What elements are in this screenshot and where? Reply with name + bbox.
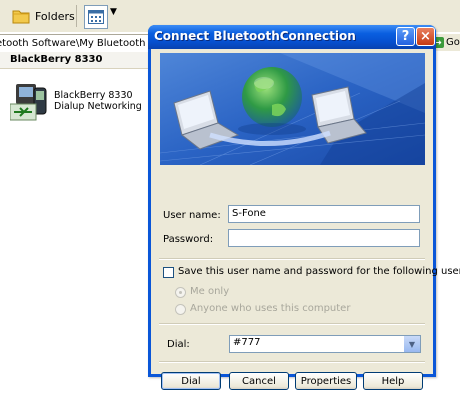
anyone-label: Anyone who uses this computer <box>190 303 351 314</box>
folders-button[interactable]: Folders <box>12 6 75 26</box>
connect-dialog: Connect BluetoothConnection ? × User nam… <box>148 25 460 390</box>
dial-combobox[interactable]: #777 ▼ <box>229 335 421 353</box>
dialog-client: User name: S-Fone Password: Save this us… <box>151 49 460 390</box>
dialup-networking-item[interactable]: BlackBerry 8330 Dialup Networking <box>10 80 150 126</box>
views-button[interactable] <box>84 5 108 29</box>
dialup-device-icon <box>10 84 47 121</box>
me-only-label: Me only <box>190 286 230 297</box>
password-input[interactable] <box>228 229 420 247</box>
folder-icon <box>12 10 30 24</box>
properties-button[interactable]: Properties <box>295 372 357 390</box>
connection-banner-image <box>160 53 425 165</box>
dialup-item-label: BlackBerry 8330 Dialup Networking <box>54 90 142 112</box>
separator-middle <box>159 323 425 325</box>
folder-heading: BlackBerry 8330 <box>0 52 150 69</box>
anyone-radio[interactable] <box>175 304 186 315</box>
help-button[interactable]: Help <box>363 372 423 390</box>
save-password-checkbox[interactable] <box>163 267 174 278</box>
help-title-button[interactable]: ? <box>396 27 415 46</box>
cancel-button[interactable]: Cancel <box>229 372 289 390</box>
address-text: etooth Software\My Bluetooth Places <box>0 38 150 49</box>
folder-heading-text: BlackBerry 8330 <box>10 54 103 65</box>
dial-button[interactable]: Dial <box>161 372 221 390</box>
close-title-button[interactable]: × <box>416 27 435 46</box>
username-label: User name: <box>163 210 221 221</box>
dial-dropdown-button[interactable]: ▼ <box>403 336 420 352</box>
dial-value: #777 <box>233 337 261 348</box>
views-icon <box>88 10 104 24</box>
chevron-down-icon: ▼ <box>408 339 416 349</box>
address-bar[interactable]: etooth Software\My Bluetooth Places <box>0 34 150 53</box>
password-label: Password: <box>163 234 214 245</box>
dial-label: Dial: <box>167 339 190 350</box>
question-icon: ? <box>401 29 410 44</box>
username-value: S-Fone <box>232 208 266 219</box>
me-only-radio[interactable] <box>175 287 186 298</box>
dialog-title: Connect BluetoothConnection <box>154 29 356 43</box>
separator-top <box>159 258 425 260</box>
save-password-label: Save this user name and password for the… <box>178 266 460 277</box>
separator-bottom <box>159 361 425 363</box>
username-input[interactable]: S-Fone <box>228 205 420 223</box>
go-button[interactable]: ➜ Go <box>433 34 460 51</box>
dialog-titlebar[interactable]: Connect BluetoothConnection ? × <box>148 25 436 49</box>
views-dropdown-arrow[interactable]: ▼ <box>110 7 117 17</box>
close-icon: × <box>420 29 431 44</box>
toolbar-separator <box>76 5 77 27</box>
folders-label: Folders <box>35 9 75 23</box>
go-label: Go <box>446 37 460 48</box>
